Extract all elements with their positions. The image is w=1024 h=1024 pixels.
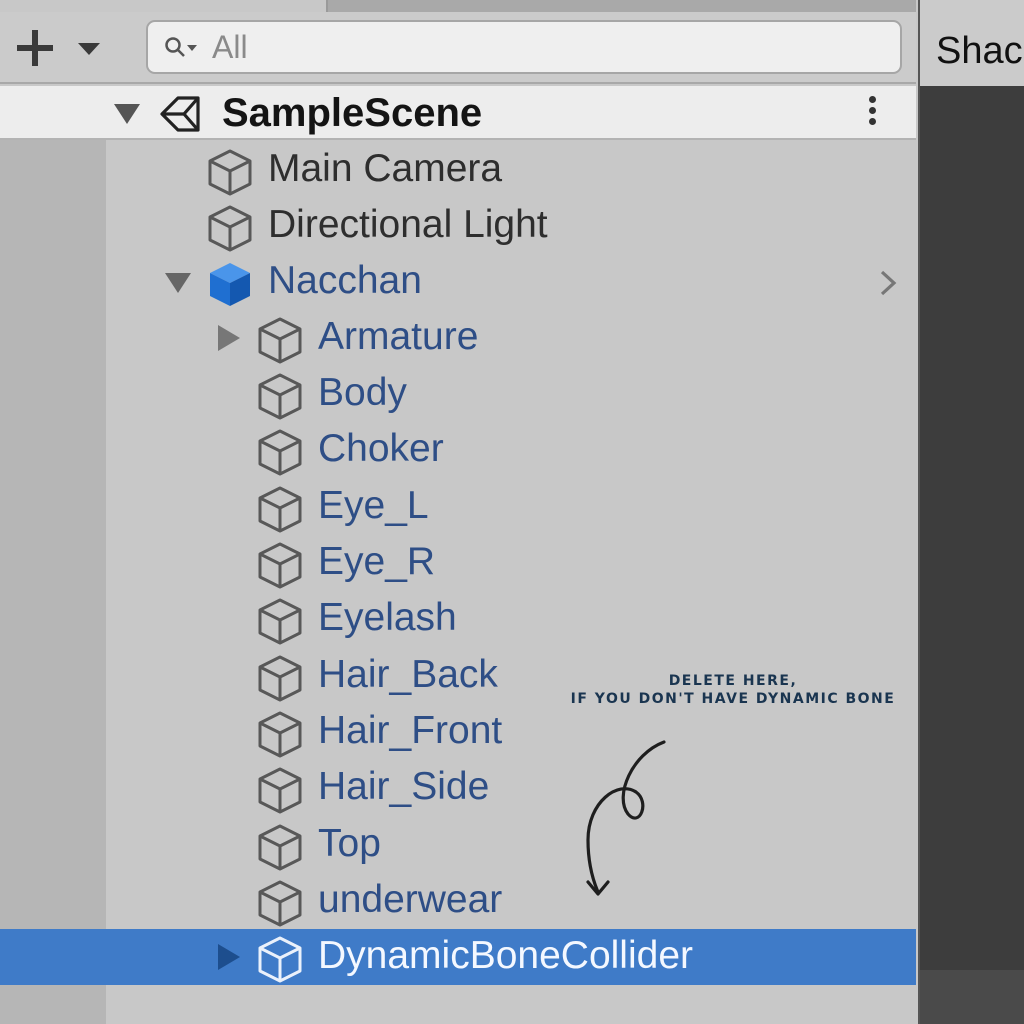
- hierarchy-gutter: [0, 140, 106, 1024]
- tree-item-main-camera[interactable]: Main Camera: [106, 142, 916, 198]
- add-button[interactable]: [14, 28, 106, 68]
- collapsed-arrow-icon[interactable]: [216, 324, 242, 352]
- tree-item-label: Armature: [318, 315, 479, 358]
- cube-outline-icon: [208, 205, 252, 252]
- chevron-down-icon: [78, 43, 100, 55]
- tree-item-eyelash[interactable]: Eyelash: [106, 591, 916, 647]
- cube-outline-icon: [258, 655, 302, 702]
- tree-item-hair-side[interactable]: Hair_Side: [106, 760, 916, 816]
- search-icon: [165, 37, 197, 57]
- expand-arrow-icon[interactable]: [164, 271, 192, 295]
- tree-item-choker[interactable]: Choker: [106, 422, 916, 478]
- cube-outline-icon: [258, 880, 302, 927]
- tree-item-label: Choker: [318, 427, 444, 470]
- scene-header[interactable]: SampleScene: [0, 86, 916, 140]
- hierarchy-toolbar: [0, 12, 916, 84]
- tree-item-eye-l[interactable]: Eye_L: [106, 479, 916, 535]
- tab-strip: [0, 0, 916, 12]
- tree-item-dynamic-bone-collider[interactable]: DynamicBoneCollider: [0, 929, 916, 985]
- cube-outline-icon: [258, 317, 302, 364]
- tree-item-nacchan[interactable]: Nacchan: [106, 254, 916, 310]
- annotation-note: Delete here, if you don't have dynamic b…: [560, 672, 906, 708]
- right-panel-shade: [920, 970, 1024, 1024]
- cube-outline-icon: [258, 429, 302, 476]
- tree-item-body[interactable]: Body: [106, 366, 916, 422]
- collapsed-arrow-icon[interactable]: [216, 943, 242, 971]
- tree-item-label: Eye_R: [318, 540, 436, 583]
- cube-outline-icon: [258, 542, 302, 589]
- expand-arrow-icon[interactable]: [112, 102, 142, 126]
- tree-item-underwear[interactable]: underwear: [106, 873, 916, 929]
- search-input[interactable]: [212, 26, 872, 68]
- cube-outline-icon: [258, 373, 302, 420]
- curved-arrow-icon: [586, 740, 666, 896]
- tree-item-label: DynamicBoneCollider: [318, 934, 693, 977]
- cube-outline-icon: [258, 711, 302, 758]
- tree-item-label: Body: [318, 371, 407, 414]
- tree-item-label: Hair_Front: [318, 709, 503, 752]
- tree-item-eye-r[interactable]: Eye_R: [106, 535, 916, 591]
- tree-item-label: Hair_Side: [318, 765, 490, 808]
- cube-outline-icon: [258, 486, 302, 533]
- cube-outline-icon: [208, 149, 252, 196]
- search-field[interactable]: [146, 20, 902, 74]
- tree-item-label: underwear: [318, 878, 503, 921]
- annotation-line-2: if you don't have dynamic bone: [570, 691, 896, 707]
- tree-item-directional-light[interactable]: Directional Light: [106, 198, 916, 254]
- tree-item-hair-front[interactable]: Hair_Front: [106, 704, 916, 760]
- tree-item-armature[interactable]: Armature: [106, 310, 916, 366]
- right-panel-header: Shac: [920, 0, 1024, 86]
- tree-item-label: Hair_Back: [318, 653, 498, 696]
- unity-logo-icon: [160, 96, 200, 132]
- cube-outline-icon: [258, 824, 302, 871]
- hierarchy-tree: Main Camera Directional Light Nacchan Ar…: [106, 140, 916, 1024]
- scene-name: SampleScene: [222, 91, 483, 135]
- tree-item-label: Nacchan: [268, 259, 422, 302]
- tree-item-label: Main Camera: [268, 147, 503, 190]
- right-panel: Shac: [918, 0, 1024, 1024]
- tree-item-label: Directional Light: [268, 203, 548, 246]
- more-options-icon[interactable]: [862, 94, 882, 134]
- tree-item-label: Eye_L: [318, 484, 429, 527]
- cube-blue-icon: [210, 263, 250, 306]
- cube-outline-icon: [258, 767, 302, 814]
- chevron-right-icon[interactable]: [876, 268, 900, 298]
- annotation-line-1: Delete here,: [668, 673, 798, 689]
- tree-item-top[interactable]: Top: [106, 817, 916, 873]
- cube-outline-icon: [258, 936, 302, 983]
- right-panel-title: Shac: [936, 30, 1023, 72]
- cube-outline-icon: [258, 598, 302, 645]
- tab-hierarchy[interactable]: [0, 0, 328, 12]
- tree-item-label: Top: [318, 822, 381, 865]
- plus-icon: [17, 30, 100, 66]
- tree-item-label: Eyelash: [318, 596, 457, 639]
